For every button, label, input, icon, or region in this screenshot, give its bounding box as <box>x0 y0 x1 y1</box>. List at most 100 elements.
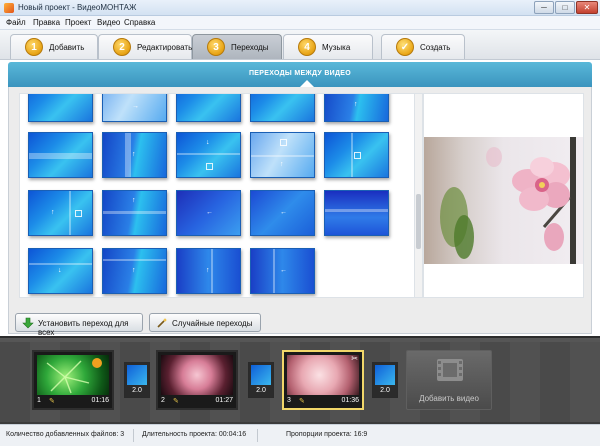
transition-thumb[interactable] <box>324 132 389 178</box>
transition-duration: 2.0 <box>380 387 390 394</box>
step-number-3: 3 <box>207 38 225 56</box>
transition-thumb[interactable]: ↑ <box>250 132 315 178</box>
tab-create[interactable]: ✓ Создать <box>381 34 465 59</box>
random-transitions-label: Случайные переходы <box>172 319 253 328</box>
wipe-band <box>29 153 92 159</box>
clip-index: 3 <box>287 397 291 404</box>
apply-all-label: Установить переход для всех <box>38 319 129 337</box>
add-video-button[interactable]: Добавить видео <box>406 350 492 410</box>
transition-thumb[interactable] <box>324 190 389 236</box>
step-number-1: 1 <box>25 38 43 56</box>
preview-image <box>424 137 583 264</box>
transition-thumb[interactable]: ↓ <box>28 248 93 294</box>
transition-thumbnail <box>251 365 271 385</box>
timeline-transition[interactable]: 2.0 <box>372 362 398 398</box>
section-header: ПЕРЕХОДЫ МЕЖДУ ВИДЕО <box>8 62 592 87</box>
arrow-icon: ← <box>280 267 287 274</box>
magic-wand-icon <box>157 318 167 328</box>
status-bar: Количество добавленных файлов: 3 Длитель… <box>0 424 600 446</box>
wipe-band <box>177 153 240 155</box>
clip-duration: 01:16 <box>91 397 109 404</box>
menu-video[interactable]: Видео <box>97 18 120 27</box>
transition-thumb[interactable]: ← <box>176 190 241 236</box>
transition-thumb[interactable]: ↑ <box>324 94 389 122</box>
transition-thumb[interactable]: ↑ <box>102 190 167 236</box>
timeline-transition[interactable]: 2.0 <box>124 362 150 398</box>
transition-preview <box>423 93 584 298</box>
transition-thumb[interactable]: → <box>102 94 167 122</box>
tab-music[interactable]: 4 Музыка <box>283 34 373 59</box>
add-video-label: Добавить видео <box>419 394 479 403</box>
menu-bar: Файл Правка Проект Видео Справка <box>0 16 600 30</box>
wipe-band <box>125 133 131 177</box>
tab-edit[interactable]: 2 Редактировать <box>98 34 192 59</box>
window-title: Новый проект - ВидеоМОНТАЖ <box>18 3 137 12</box>
transition-thumb[interactable]: ↑ <box>28 190 93 236</box>
transition-thumb[interactable] <box>28 132 93 178</box>
transition-thumb[interactable] <box>176 94 241 122</box>
arrow-icon: ↑ <box>206 267 210 274</box>
clip-index: 2 <box>161 397 165 404</box>
close-button[interactable]: ✕ <box>576 1 598 14</box>
transition-thumbnail <box>127 365 147 385</box>
edit-pencil-icon[interactable]: ✎ <box>49 397 55 405</box>
edit-pencil-icon[interactable]: ✎ <box>299 397 305 405</box>
arrow-icon: ← <box>206 209 213 216</box>
step-number-2: 2 <box>113 38 131 56</box>
transition-thumb[interactable]: ← <box>250 248 315 294</box>
expand-icon <box>280 139 287 146</box>
arrow-icon: ↑ <box>132 267 136 274</box>
menu-project[interactable]: Проект <box>65 18 91 27</box>
clip-thumbnail <box>287 355 359 395</box>
transition-thumb[interactable]: ↑ <box>176 248 241 294</box>
transition-duration: 2.0 <box>256 387 266 394</box>
transition-thumb[interactable] <box>250 94 315 122</box>
clip-duration: 01:36 <box>341 397 359 404</box>
film-icon <box>437 359 463 381</box>
minimize-button[interactable]: ─ <box>534 1 554 14</box>
menu-help[interactable]: Справка <box>124 18 155 27</box>
arrow-icon: ↑ <box>51 209 55 216</box>
wipe-band <box>103 259 166 261</box>
wipe-band <box>251 155 314 157</box>
arrow-icon: ↑ <box>132 197 136 204</box>
scissors-icon[interactable]: ✂ <box>351 354 358 363</box>
timeline-clip-selected[interactable]: 3 ✎ 01:36 ✂ <box>282 350 364 410</box>
transition-thumb[interactable]: ↑ <box>102 132 167 178</box>
transition-thumb[interactable]: ← <box>250 190 315 236</box>
timeline-clip[interactable]: 1 ✎ 01:16 <box>32 350 114 410</box>
transitions-grid: → ↑ ↑ ↓ ↑ ↑ ↑ ← ← ↓ ↑ ↑ ← <box>19 93 415 298</box>
timeline-clip[interactable]: 2 ✎ 01:27 <box>156 350 238 410</box>
transition-thumbnail <box>375 365 395 385</box>
transition-thumb[interactable] <box>28 94 93 122</box>
tab-music-label: Музыка <box>322 43 351 52</box>
transition-thumb[interactable]: ↓ <box>176 132 241 178</box>
edit-pencil-icon[interactable]: ✎ <box>173 397 179 405</box>
menu-edit[interactable]: Правка <box>33 18 60 27</box>
clip-duration: 01:27 <box>215 397 233 404</box>
timeline-transition[interactable]: 2.0 <box>248 362 274 398</box>
tab-add[interactable]: 1 Добавить <box>10 34 98 59</box>
clip-index: 1 <box>37 397 41 404</box>
wipe-band <box>273 249 275 293</box>
wipe-band <box>351 133 353 177</box>
arrow-icon: ↑ <box>132 151 136 158</box>
grid-scrollbar[interactable] <box>415 93 423 298</box>
tab-transitions[interactable]: 3 Переходы <box>192 34 282 59</box>
transition-duration: 2.0 <box>132 387 142 394</box>
wipe-band <box>29 263 92 265</box>
scrollbar-thumb[interactable] <box>416 194 421 249</box>
expand-icon <box>75 210 82 217</box>
wipe-band <box>325 209 388 212</box>
check-icon: ✓ <box>396 38 414 56</box>
transition-thumb[interactable]: ↑ <box>102 248 167 294</box>
step-tabs: 1 Добавить 2 Редактировать 3 Переходы 4 … <box>0 30 600 60</box>
down-arrow-icon <box>22 317 34 329</box>
apply-all-button[interactable]: Установить переход для всех <box>15 313 143 337</box>
wipe-band <box>69 191 71 235</box>
random-transitions-button[interactable]: Случайные переходы <box>149 313 261 332</box>
arrow-icon: ↑ <box>280 161 284 168</box>
menu-file[interactable]: Файл <box>6 18 26 27</box>
title-bar: Новый проект - ВидеоМОНТАЖ ─ □ ✕ <box>0 0 600 16</box>
maximize-button[interactable]: □ <box>555 1 575 14</box>
